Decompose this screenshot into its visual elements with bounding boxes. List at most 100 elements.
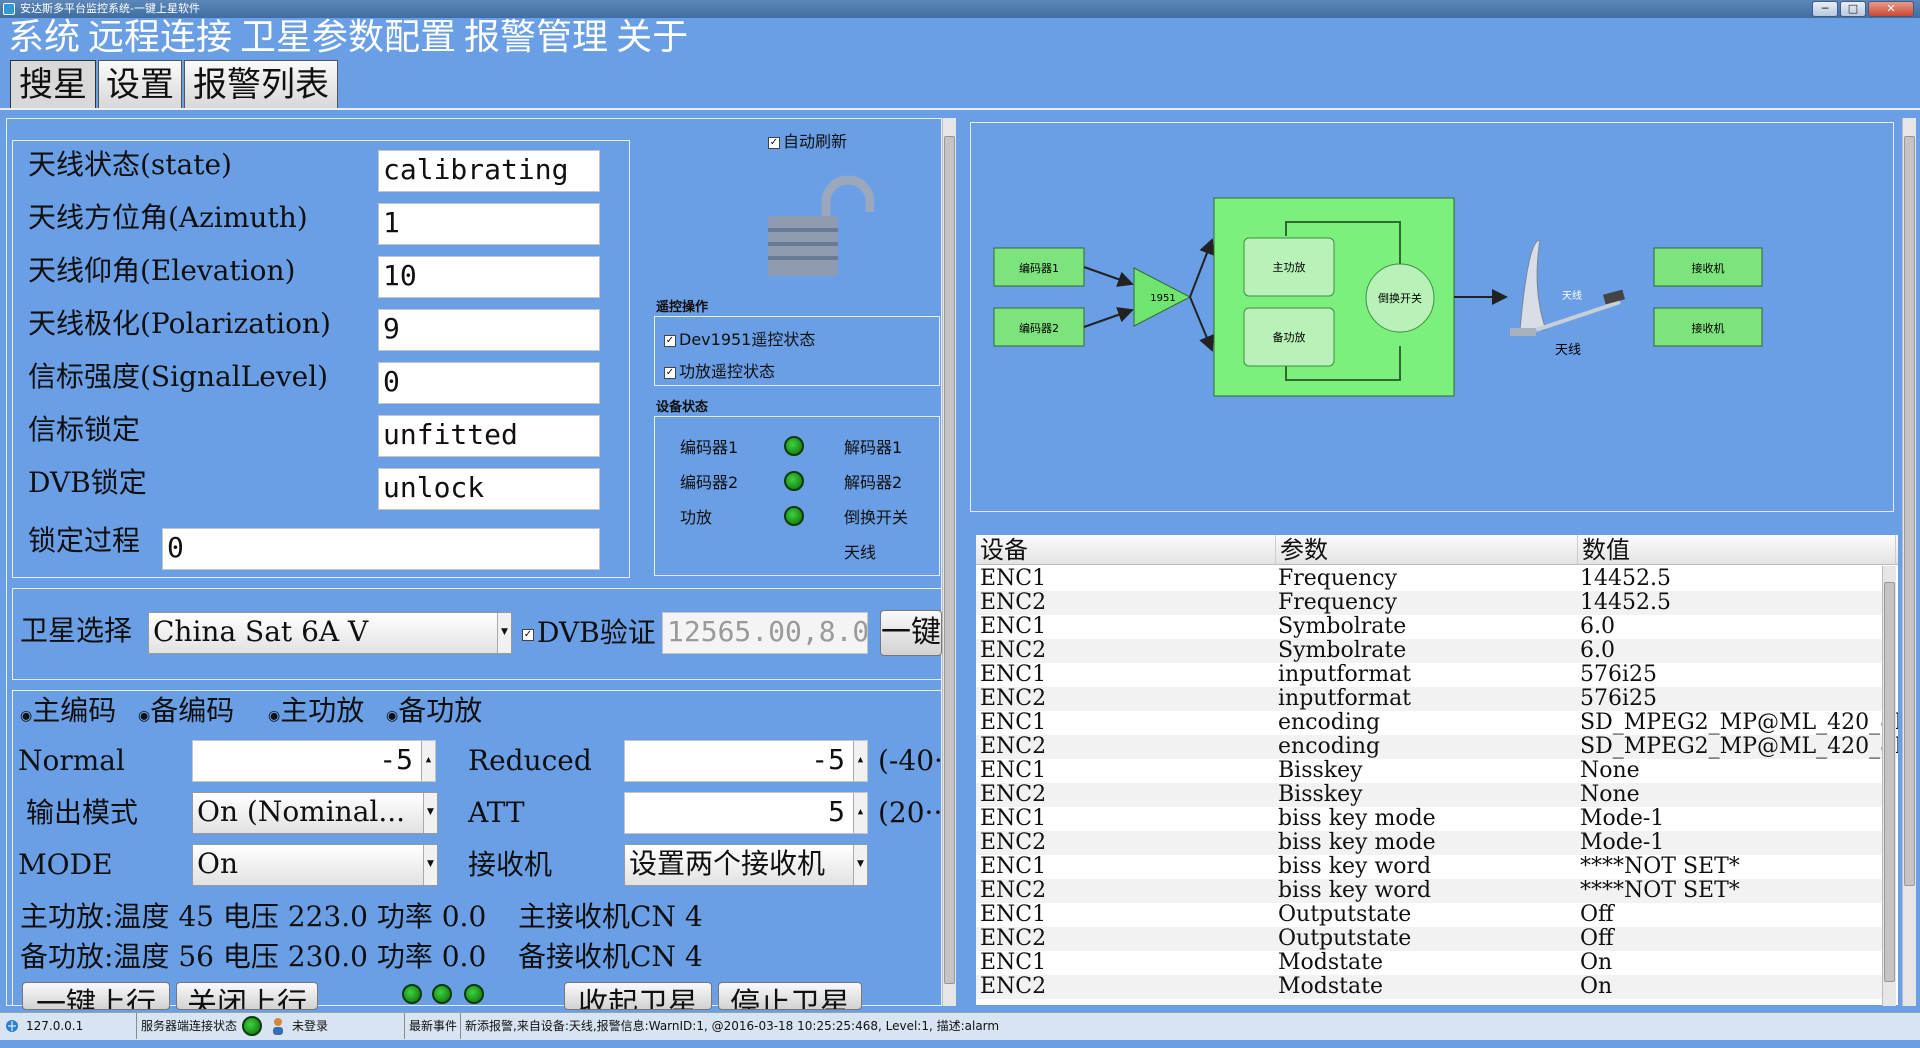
- tab-settings[interactable]: 设置: [98, 60, 182, 108]
- table-cell-device: ENC2: [980, 974, 1047, 999]
- auto-refresh-checkbox[interactable]: ✓ 自动刷新: [768, 128, 847, 152]
- dev1951-remote-checkbox[interactable]: ✓ Dev1951遥控状态: [664, 326, 815, 350]
- menu-remote-connect[interactable]: 远程连接: [88, 17, 232, 58]
- title-bar: 安达斯多平台监控系统-一键上星软件 ─ □ ✕: [0, 0, 1920, 18]
- satellite-select-value: China Sat 6A V: [153, 615, 369, 648]
- mode-select[interactable]: On ▼: [192, 844, 438, 886]
- table-row[interactable]: ENC1 Bisskey None: [976, 759, 1882, 783]
- table-header-param[interactable]: 参数: [1276, 535, 1578, 565]
- minimize-button[interactable]: ─: [1812, 1, 1838, 17]
- table-cell-device: ENC2: [980, 878, 1047, 903]
- close-uplink-button[interactable]: 关闭上行: [176, 982, 318, 1010]
- menu-about[interactable]: 关于: [616, 17, 688, 58]
- menu-alarm-manage[interactable]: 报警管理: [464, 17, 608, 58]
- chevron-down-icon: ▼: [853, 845, 867, 885]
- att-spinbox[interactable]: 5▲▼: [624, 792, 868, 834]
- antenna-state-label: 天线状态(state): [28, 148, 232, 181]
- menu-satellite-config[interactable]: 卫星参数配置: [240, 17, 456, 58]
- one-key-uplink-button[interactable]: 一键上行: [22, 982, 170, 1010]
- table-row[interactable]: ENC2 Frequency 14452.5: [976, 591, 1882, 615]
- elevation-field: 10: [378, 256, 600, 298]
- right-scrollbar-thumb[interactable]: [1904, 136, 1915, 886]
- checkbox-check-icon: ✓: [664, 366, 676, 379]
- satellite-select[interactable]: China Sat 6A V ▼: [148, 612, 512, 654]
- reduced-range-label: (-40·: [878, 744, 943, 777]
- table-cell-param: Frequency: [1278, 590, 1397, 615]
- uplink-led-2: [432, 984, 452, 1004]
- tab-search-satellite[interactable]: 搜星: [10, 60, 96, 108]
- dvb-verify-checkbox[interactable]: ✓ DVB验证: [522, 616, 656, 650]
- stop-satellite-button[interactable]: 停止卫星: [718, 982, 862, 1010]
- table-cell-param: inputformat: [1278, 662, 1412, 687]
- radio-main-encoder[interactable]: ◉主编码: [20, 694, 116, 733]
- spin-arrows-icon[interactable]: ▲▼: [853, 793, 867, 833]
- output-mode-value: On (Nominal...: [197, 795, 406, 828]
- radio-dot-icon: ◉: [20, 708, 33, 724]
- left-scrollbar-thumb[interactable]: [944, 136, 955, 984]
- table-cell-value: On: [1580, 974, 1613, 999]
- table-row[interactable]: ENC2 inputformat 576i25: [976, 687, 1882, 711]
- table-row[interactable]: ENC1 Symbolrate 6.0: [976, 615, 1882, 639]
- status-encoder2-label: 编码器2: [680, 473, 739, 492]
- table-row[interactable]: ENC1 encoding SD_MPEG2_MP@ML_420_8BIT: [976, 711, 1898, 735]
- table-row[interactable]: ENC2 biss key mode Mode-1: [976, 831, 1882, 855]
- table-cell-device: ENC1: [980, 758, 1047, 783]
- table-row[interactable]: ENC1 Modstate On: [976, 951, 1882, 975]
- radio-main-amp[interactable]: ◉主功放: [268, 694, 364, 733]
- receiver-select[interactable]: 设置两个接收机 ▼: [624, 844, 868, 886]
- main-receiver-readout: 主接收机CN 4: [518, 900, 703, 933]
- table-row[interactable]: ENC1 Frequency 14452.5: [976, 567, 1882, 591]
- maximize-button[interactable]: □: [1840, 1, 1866, 17]
- table-cell-param: encoding: [1278, 734, 1381, 759]
- stow-satellite-button[interactable]: 收起卫星: [564, 982, 712, 1010]
- table-header-value[interactable]: 数值: [1578, 535, 1896, 565]
- table-header-device[interactable]: 设备: [976, 535, 1276, 565]
- dvb-verify-field[interactable]: 12565.00,8.00: [662, 612, 868, 654]
- table-row[interactable]: ENC2 Modstate On: [976, 975, 1882, 999]
- right-scrollbar[interactable]: [1902, 118, 1916, 1006]
- radio-backup-amp[interactable]: ◉备功放: [386, 694, 482, 733]
- table-row[interactable]: ENC2 Symbolrate 6.0: [976, 639, 1882, 663]
- checkbox-check-icon: ✓: [522, 628, 534, 641]
- unlock-icon[interactable]: [764, 172, 874, 282]
- reduced-label: Reduced: [468, 744, 592, 777]
- table-cell-value: ****NOT SET*: [1580, 878, 1740, 903]
- spin-arrows-icon[interactable]: ▲▼: [421, 741, 435, 781]
- tab-alarm-list[interactable]: 报警列表: [184, 60, 338, 108]
- table-cell-device: ENC1: [980, 566, 1047, 591]
- menu-system[interactable]: 系统: [8, 17, 80, 58]
- table-row[interactable]: ENC2 Bisskey None: [976, 783, 1882, 807]
- left-scrollbar[interactable]: [942, 118, 956, 1006]
- status-antenna-label: 天线: [844, 543, 877, 562]
- table-scrollbar-thumb[interactable]: [1884, 582, 1895, 982]
- table-cell-device: ENC1: [980, 614, 1047, 639]
- amp-remote-checkbox[interactable]: ✓ 功放遥控状态: [664, 358, 775, 382]
- close-button[interactable]: ✕: [1868, 1, 1914, 17]
- table-row[interactable]: ENC2 biss key word ****NOT SET*: [976, 879, 1882, 903]
- normal-spinbox[interactable]: -5▲▼: [192, 740, 436, 782]
- dvb-lock-field: unlock: [378, 468, 600, 510]
- table-cell-param: Modstate: [1278, 974, 1383, 999]
- azimuth-field: 1: [378, 203, 600, 245]
- diagram-antenna-label: 天线: [1555, 343, 1581, 358]
- table-row[interactable]: ENC1 Outputstate Off: [976, 903, 1882, 927]
- user-icon: [270, 1013, 286, 1039]
- table-row[interactable]: ENC2 Outputstate Off: [976, 927, 1882, 951]
- table-row[interactable]: ENC2 encoding SD_MPEG2_MP@ML_420_8BIT: [976, 734, 1898, 759]
- table-cell-device: ENC1: [980, 806, 1047, 831]
- table-row[interactable]: ENC1 biss key mode Mode-1: [976, 807, 1882, 831]
- table-scrollbar[interactable]: [1882, 566, 1896, 1006]
- spin-arrows-icon[interactable]: ▲▼: [853, 741, 867, 781]
- chevron-down-icon: ▼: [497, 613, 511, 653]
- table-cell-value: SD_MPEG2_MP@ML_420_8BIT: [1580, 734, 1898, 759]
- uplink-led-3: [464, 984, 484, 1004]
- server-connection-led: [242, 1016, 262, 1036]
- one-key-button[interactable]: 一键: [880, 610, 942, 656]
- reduced-spinbox[interactable]: -5▲▼: [624, 740, 868, 782]
- table-row[interactable]: ENC1 biss key word ****NOT SET*: [976, 855, 1882, 879]
- table-cell-device: ENC2: [980, 830, 1047, 855]
- table-cell-device: ENC1: [980, 662, 1047, 687]
- radio-backup-encoder[interactable]: ◉备编码: [138, 694, 234, 733]
- output-mode-select[interactable]: On (Nominal... ▼: [192, 792, 438, 834]
- table-row[interactable]: ENC1 inputformat 576i25: [976, 663, 1882, 687]
